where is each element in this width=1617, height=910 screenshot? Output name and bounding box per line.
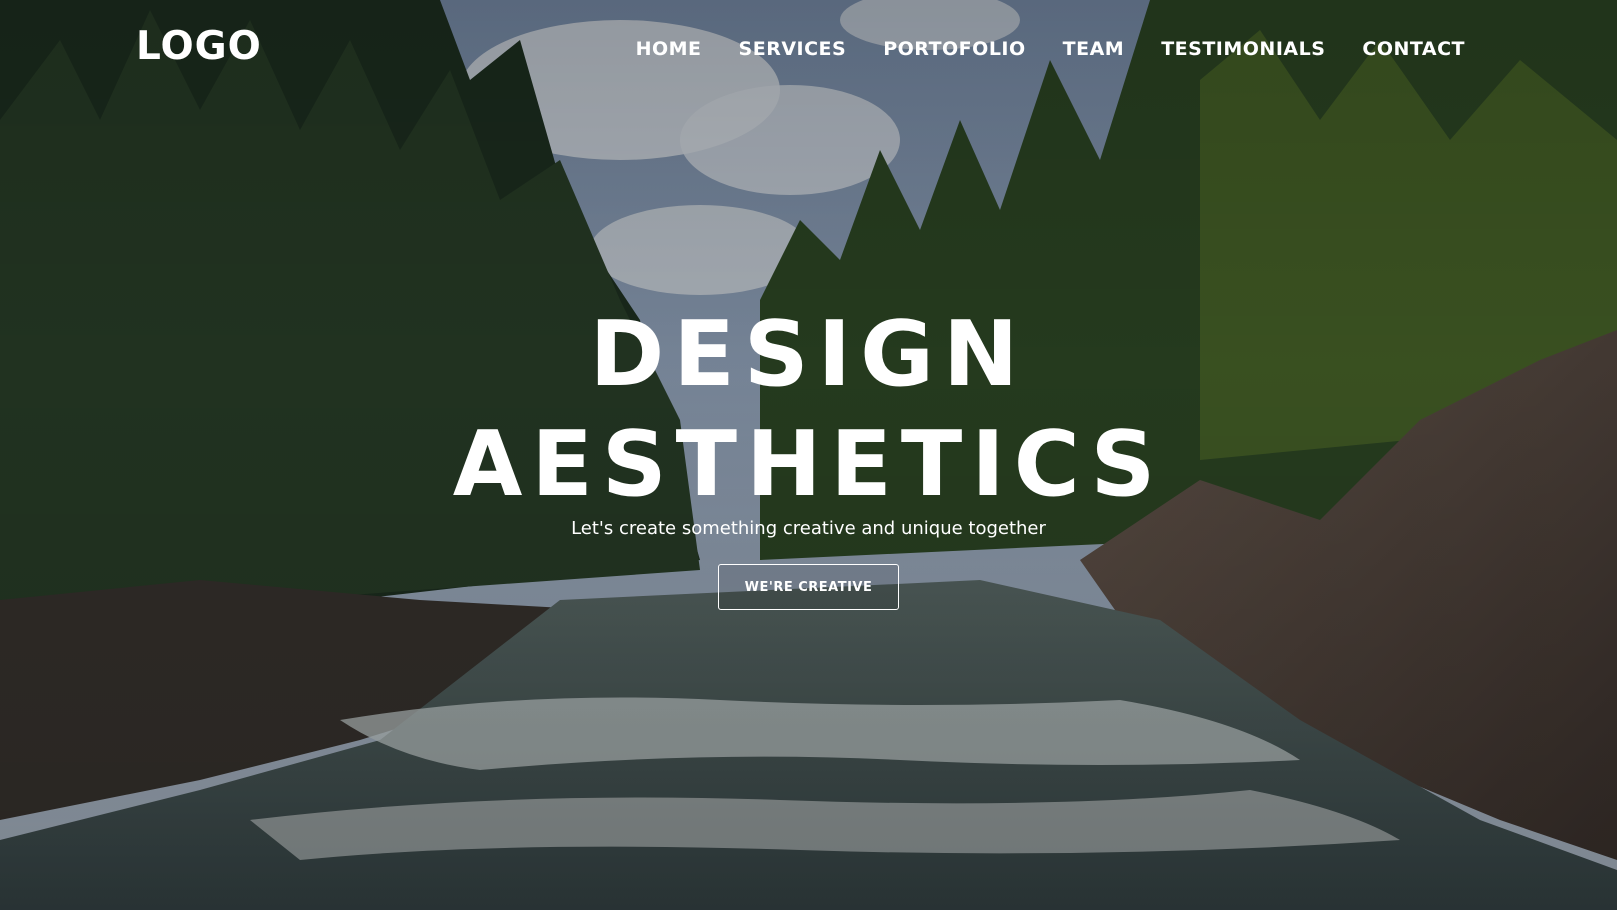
nav-team[interactable]: TEAM [1063, 38, 1125, 60]
nav-portofolio[interactable]: PORTOFOLIO [883, 38, 1025, 60]
nav-testimonials[interactable]: TESTIMONIALS [1161, 38, 1325, 60]
hero-subtitle: Let's create something creative and uniq… [571, 518, 1046, 539]
main-nav: HOME SERVICES PORTOFOLIO TEAM TESTIMONIA… [636, 38, 1465, 60]
nav-home[interactable]: HOME [636, 38, 702, 60]
cta-button[interactable]: WE'RE CREATIVE [718, 564, 899, 610]
site-logo[interactable]: LOGO [136, 24, 262, 69]
hero-section: LOGO HOME SERVICES PORTOFOLIO TEAM TESTI… [0, 0, 1617, 910]
hero-title-line2: AESTHETICS [452, 412, 1165, 517]
nav-services[interactable]: SERVICES [739, 38, 847, 60]
hero-title-line1: DESIGN [589, 302, 1028, 407]
nav-contact[interactable]: CONTACT [1362, 38, 1465, 60]
